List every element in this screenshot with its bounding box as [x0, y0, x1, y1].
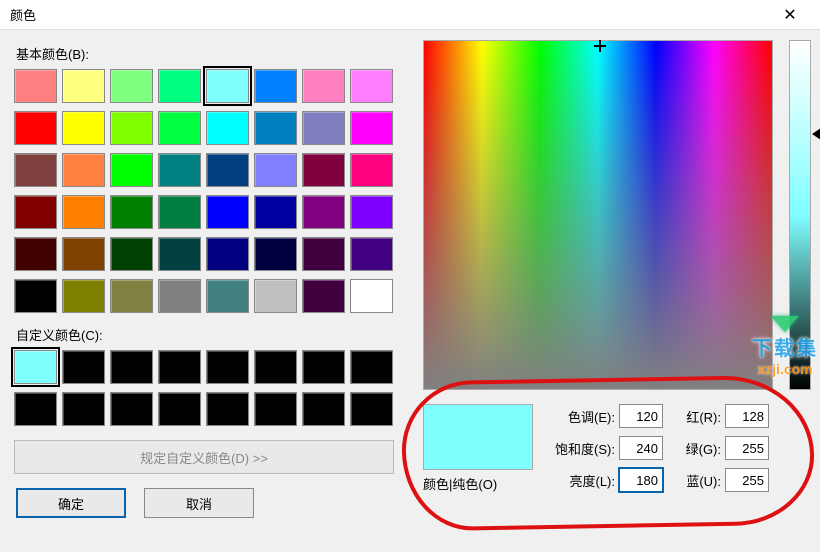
basic-color-swatch[interactable] — [254, 153, 297, 187]
basic-color-swatch[interactable] — [254, 111, 297, 145]
custom-color-swatch[interactable] — [302, 350, 345, 384]
custom-color-swatch[interactable] — [14, 392, 57, 426]
basic-colors-label: 基本颜色(B): — [16, 44, 409, 63]
basic-color-swatch[interactable] — [350, 279, 393, 313]
custom-color-swatch[interactable] — [110, 350, 153, 384]
basic-color-swatch[interactable] — [302, 69, 345, 103]
basic-color-swatch[interactable] — [206, 111, 249, 145]
basic-color-swatch[interactable] — [254, 237, 297, 271]
basic-color-swatch[interactable] — [14, 111, 57, 145]
basic-color-swatch[interactable] — [254, 195, 297, 229]
custom-color-swatch[interactable] — [110, 392, 153, 426]
lum-label: 亮度(L): — [547, 471, 615, 490]
basic-color-swatch[interactable] — [14, 195, 57, 229]
lum-input[interactable] — [619, 468, 663, 492]
color-preview — [423, 404, 533, 470]
basic-color-swatch[interactable] — [110, 69, 153, 103]
basic-color-swatch[interactable] — [62, 69, 105, 103]
define-custom-button: 规定自定义颜色(D) >> — [14, 440, 394, 474]
red-label: 红(R): — [673, 407, 721, 426]
hue-label: 色调(E): — [547, 407, 615, 426]
basic-color-swatch[interactable] — [158, 237, 201, 271]
basic-color-swatch[interactable] — [158, 195, 201, 229]
custom-color-swatch[interactable] — [302, 392, 345, 426]
basic-color-swatch[interactable] — [62, 279, 105, 313]
window-title: 颜色 — [10, 5, 770, 24]
basic-color-swatch[interactable] — [14, 279, 57, 313]
cancel-button[interactable]: 取消 — [144, 488, 254, 518]
basic-color-swatch[interactable] — [302, 195, 345, 229]
basic-color-swatch[interactable] — [158, 279, 201, 313]
blue-label: 蓝(U): — [673, 471, 721, 490]
custom-color-swatch[interactable] — [206, 392, 249, 426]
ok-button[interactable]: 确定 — [16, 488, 126, 518]
custom-color-swatch[interactable] — [62, 392, 105, 426]
basic-color-swatch[interactable] — [254, 69, 297, 103]
basic-color-swatch[interactable] — [110, 279, 153, 313]
sat-label: 饱和度(S): — [547, 439, 615, 458]
basic-color-swatch[interactable] — [350, 69, 393, 103]
basic-color-swatch[interactable] — [206, 279, 249, 313]
basic-color-swatch[interactable] — [62, 111, 105, 145]
basic-color-swatch[interactable] — [14, 153, 57, 187]
custom-color-swatch[interactable] — [254, 392, 297, 426]
red-input[interactable] — [725, 404, 769, 428]
basic-color-swatch[interactable] — [62, 237, 105, 271]
color-gradient[interactable] — [423, 40, 773, 390]
basic-color-swatch[interactable] — [110, 111, 153, 145]
custom-color-swatch[interactable] — [158, 350, 201, 384]
luminance-arrow-icon[interactable] — [812, 126, 820, 142]
basic-color-swatch[interactable] — [350, 153, 393, 187]
basic-color-swatch[interactable] — [206, 195, 249, 229]
custom-color-swatch[interactable] — [158, 392, 201, 426]
ok-label: 确定 — [58, 494, 84, 513]
basic-color-swatch[interactable] — [206, 69, 249, 103]
blue-input[interactable] — [725, 468, 769, 492]
basic-color-swatch[interactable] — [350, 195, 393, 229]
basic-color-swatch[interactable] — [110, 153, 153, 187]
custom-color-swatch[interactable] — [254, 350, 297, 384]
custom-colors-grid — [14, 350, 409, 426]
custom-color-swatch[interactable] — [14, 350, 57, 384]
basic-color-swatch[interactable] — [62, 153, 105, 187]
basic-color-swatch[interactable] — [14, 69, 57, 103]
custom-color-swatch[interactable] — [62, 350, 105, 384]
green-input[interactable] — [725, 436, 769, 460]
basic-color-swatch[interactable] — [158, 111, 201, 145]
basic-color-swatch[interactable] — [206, 153, 249, 187]
custom-color-swatch[interactable] — [206, 350, 249, 384]
sat-input[interactable] — [619, 436, 663, 460]
custom-colors-label: 自定义颜色(C): — [16, 325, 409, 344]
custom-color-swatch[interactable] — [350, 350, 393, 384]
basic-color-swatch[interactable] — [254, 279, 297, 313]
basic-color-swatch[interactable] — [62, 195, 105, 229]
basic-color-swatch[interactable] — [110, 237, 153, 271]
basic-color-swatch[interactable] — [302, 111, 345, 145]
basic-color-swatch[interactable] — [302, 237, 345, 271]
hue-input[interactable] — [619, 404, 663, 428]
preview-label: 颜色|纯色(O) — [423, 474, 543, 493]
basic-color-swatch[interactable] — [158, 153, 201, 187]
define-custom-label: 规定自定义颜色(D) >> — [140, 448, 268, 467]
basic-color-swatch[interactable] — [302, 153, 345, 187]
basic-color-swatch[interactable] — [302, 279, 345, 313]
titlebar: 颜色 ✕ — [0, 0, 820, 30]
luminance-strip[interactable] — [789, 40, 811, 390]
basic-colors-grid — [14, 69, 409, 313]
basic-color-swatch[interactable] — [350, 111, 393, 145]
close-button[interactable]: ✕ — [770, 0, 810, 30]
crosshair-icon — [594, 40, 606, 52]
custom-color-swatch[interactable] — [350, 392, 393, 426]
cancel-label: 取消 — [186, 494, 212, 513]
basic-color-swatch[interactable] — [158, 69, 201, 103]
close-icon: ✕ — [783, 5, 796, 25]
basic-color-swatch[interactable] — [14, 237, 57, 271]
green-label: 绿(G): — [673, 439, 721, 458]
basic-color-swatch[interactable] — [350, 237, 393, 271]
basic-color-swatch[interactable] — [110, 195, 153, 229]
basic-color-swatch[interactable] — [206, 237, 249, 271]
